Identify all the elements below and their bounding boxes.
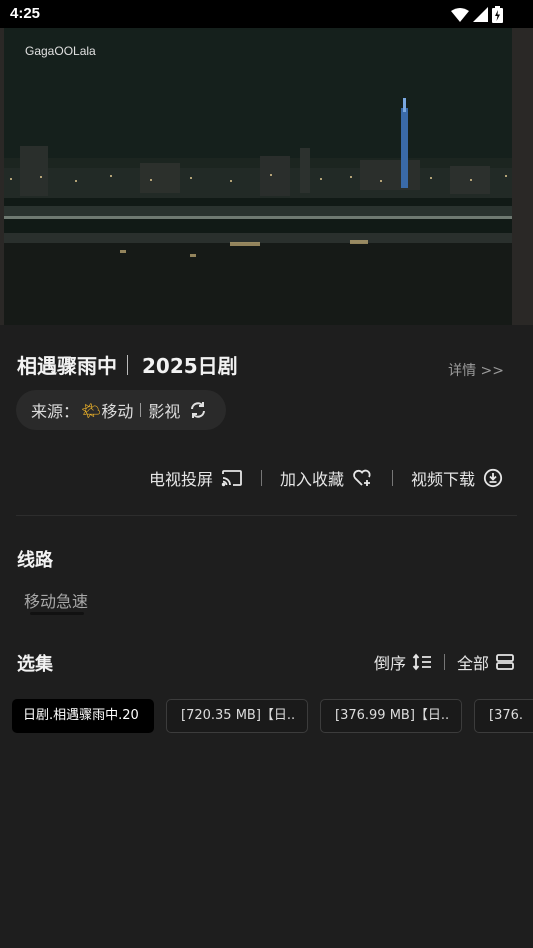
line-active-indicator <box>30 612 84 615</box>
episodes-title: 选集 <box>17 654 53 675</box>
cast-icon <box>221 470 242 487</box>
source-divider <box>140 403 142 417</box>
episode-item-4[interactable]: [376. <box>474 699 533 733</box>
video-player[interactable]: GagaOOLala <box>0 28 533 325</box>
episode-controls: 倒序 全部 <box>374 650 515 674</box>
sort-button[interactable]: 倒序 <box>374 650 432 674</box>
source-provider: 移动 <box>101 402 134 421</box>
action-bar: 电视投屏 加入收藏 视频下载 <box>149 466 503 490</box>
sort-label: 倒序 <box>373 654 406 673</box>
sort-icon <box>412 653 431 671</box>
status-icons <box>451 6 503 23</box>
action-divider <box>391 470 393 486</box>
download-label: 视频下载 <box>410 470 475 489</box>
grid-list-icon <box>496 654 514 670</box>
signal-icon <box>473 7 488 22</box>
details-link[interactable]: 详情 >> <box>448 360 504 380</box>
show-title: 相遇骤雨中 <box>17 354 117 378</box>
battery-icon <box>492 6 503 23</box>
video-frame <box>0 28 533 325</box>
show-all-button[interactable]: 全部 <box>457 650 515 674</box>
episode-controls-divider <box>443 654 445 670</box>
status-bar: 4:25 <box>0 0 533 28</box>
video-watermark: GagaOOLala <box>25 44 96 58</box>
episode-label: [720.35 MB]【日.. <box>181 708 296 723</box>
cast-label: 电视投屏 <box>148 470 213 489</box>
episode-label: [376.99 MB]【日.. <box>335 708 450 723</box>
line-option[interactable]: 移动急速 <box>24 588 88 612</box>
title-divider <box>127 354 128 375</box>
show-all-label: 全部 <box>456 654 489 673</box>
download-icon <box>483 468 503 488</box>
episode-item-3[interactable]: [376.99 MB]【日.. <box>320 699 462 733</box>
source-selector[interactable]: 来源： 🌤 移动 影视 <box>16 390 226 430</box>
refresh-icon[interactable] <box>188 400 208 420</box>
cast-button[interactable]: 电视投屏 <box>149 466 243 490</box>
download-button[interactable]: 视频下载 <box>411 466 503 490</box>
source-category: 影视 <box>148 402 181 421</box>
weather-sun-icon: 🌤 <box>81 400 102 420</box>
favorite-label: 加入收藏 <box>279 470 344 489</box>
episode-item-1[interactable]: 日剧.相遇骤雨中.20 <box>12 699 154 733</box>
wifi-icon <box>451 7 469 22</box>
episode-list: 日剧.相遇骤雨中.20 [720.35 MB]【日.. [376.99 MB]【… <box>0 699 533 735</box>
section-divider <box>16 515 517 516</box>
episode-item-2[interactable]: [720.35 MB]【日.. <box>166 699 308 733</box>
episode-label: [376. <box>489 708 524 723</box>
heart-add-icon <box>353 469 371 486</box>
episode-label: 日剧.相遇骤雨中.20 <box>23 708 139 723</box>
title-row: 相遇骤雨中 2025日剧 <box>17 350 238 379</box>
action-divider <box>260 470 262 486</box>
source-label: 来源： <box>31 402 80 421</box>
status-time: 4:25 <box>10 5 41 22</box>
favorite-button[interactable]: 加入收藏 <box>280 466 374 490</box>
show-year-genre: 2025日剧 <box>142 354 238 378</box>
lines-title: 线路 <box>17 550 53 571</box>
